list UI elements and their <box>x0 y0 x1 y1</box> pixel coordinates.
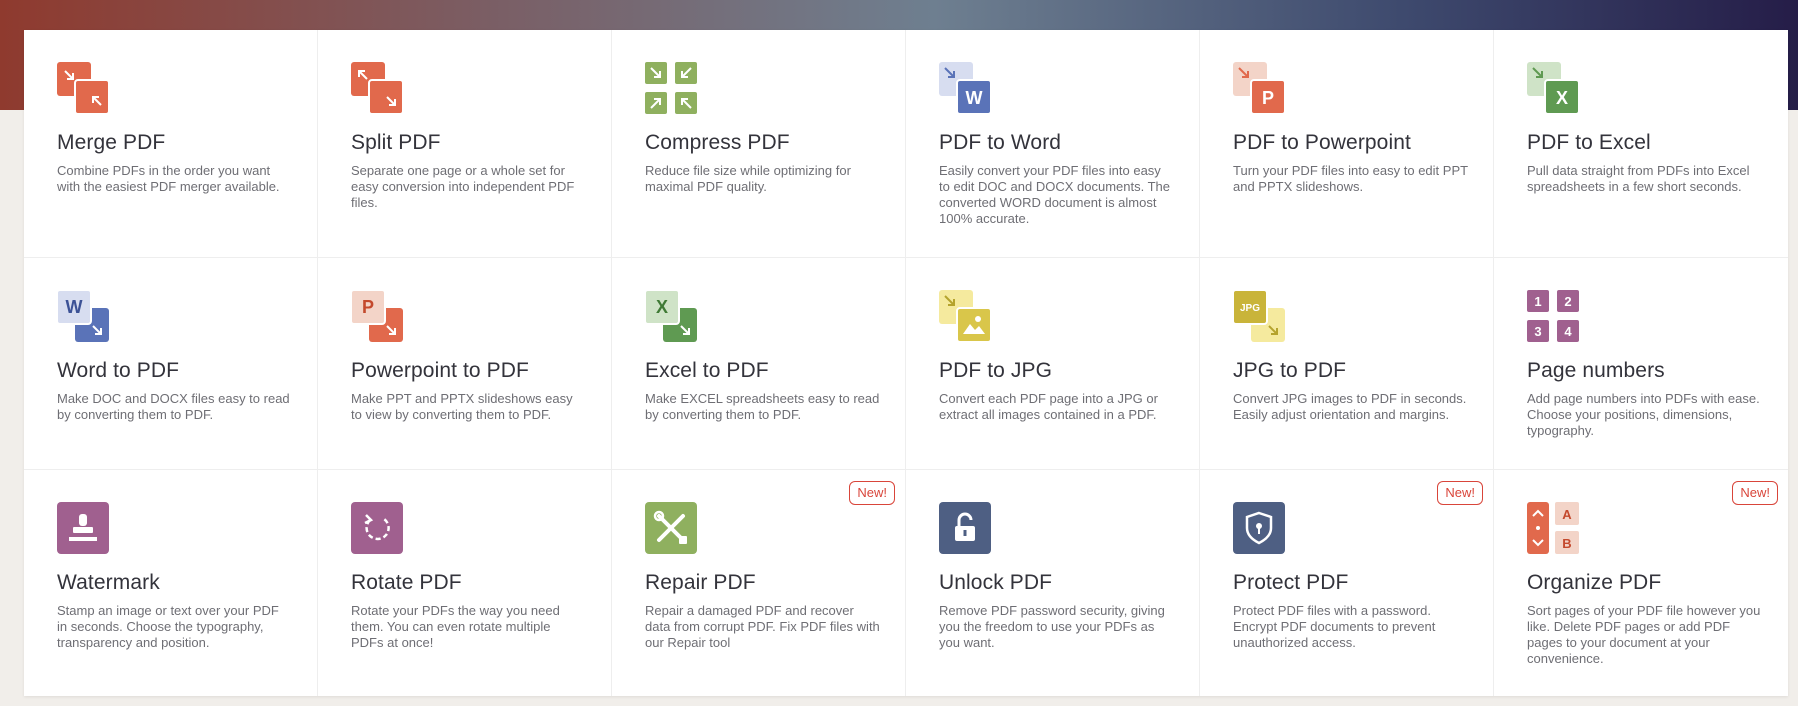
pdf-to-jpg-icon <box>939 290 991 342</box>
tool-title: JPG to PDF <box>1233 359 1347 382</box>
tool-title: Page numbers <box>1527 359 1665 382</box>
tool-card-pdf-to-excel[interactable]: X PDF to Excel Pull data straight from P… <box>1494 30 1788 258</box>
tool-title: Organize PDF <box>1527 571 1662 594</box>
merge-pdf-icon <box>57 62 109 114</box>
tool-title: PDF to Word <box>939 131 1062 154</box>
tool-card-powerpoint-to-pdf[interactable]: P Powerpoint to PDF Make PPT and PPTX sl… <box>318 258 612 470</box>
tool-card-excel-to-pdf[interactable]: X Excel to PDF Make EXCEL spreadsheets e… <box>612 258 906 470</box>
tool-card-pdf-to-powerpoint[interactable]: P PDF to Powerpoint Turn your PDF files … <box>1200 30 1494 258</box>
powerpoint-letter: P <box>1262 88 1274 108</box>
page-numbers-icon: 1 2 3 4 <box>1527 290 1579 342</box>
tool-card-pdf-to-word[interactable]: W PDF to Word Easily convert your PDF fi… <box>906 30 1200 258</box>
powerpoint-to-pdf-icon: P <box>351 290 403 342</box>
tool-title: PDF to Powerpoint <box>1233 131 1411 154</box>
tool-description: Pull data straight from PDFs into Excel … <box>1527 163 1750 194</box>
unlock-pdf-icon <box>939 502 991 554</box>
compress-pdf-icon <box>645 62 697 114</box>
repair-pdf-icon <box>645 502 697 554</box>
tool-title: Rotate PDF <box>351 571 462 594</box>
tool-title: Protect PDF <box>1233 571 1349 594</box>
jpg-to-pdf-icon: JPG <box>1233 290 1285 342</box>
tool-description: Turn your PDF files into easy to edit PP… <box>1233 163 1468 194</box>
excel-letter: X <box>1556 88 1568 108</box>
tool-description: Convert each PDF page into a JPG or extr… <box>939 391 1158 422</box>
rotate-pdf-icon <box>351 502 403 554</box>
tool-card-protect-pdf[interactable]: New! Protect PDF Protect PDF files with … <box>1200 470 1494 696</box>
tool-title: Repair PDF <box>645 571 756 594</box>
new-badge: New! <box>849 481 895 505</box>
tools-grid: Merge PDF Combine PDFs in the order you … <box>24 30 1788 696</box>
tool-card-split-pdf[interactable]: Split PDF Separate one page or a whole s… <box>318 30 612 258</box>
watermark-icon <box>57 502 109 554</box>
tool-description: Make EXCEL spreadsheets easy to read by … <box>645 391 880 422</box>
tool-title: Excel to PDF <box>645 359 769 382</box>
pdf-to-word-icon: W <box>939 62 991 114</box>
word-to-pdf-icon: W <box>57 290 109 342</box>
jpg-label: JPG <box>1240 303 1260 314</box>
page-number-3: 3 <box>1534 324 1541 339</box>
new-badge: New! <box>1437 481 1483 505</box>
tool-title: Word to PDF <box>57 359 180 382</box>
tool-card-repair-pdf[interactable]: New! Repair PDF Repair a damaged PDF and… <box>612 470 906 696</box>
tool-description: Remove PDF password security, giving you… <box>939 603 1165 650</box>
protect-pdf-icon <box>1233 502 1285 554</box>
word-letter: W <box>66 297 83 317</box>
powerpoint-letter: P <box>362 297 374 317</box>
tool-card-word-to-pdf[interactable]: W Word to PDF Make DOC and DOCX files ea… <box>24 258 318 470</box>
tool-description: Add page numbers into PDFs with ease. Ch… <box>1527 391 1760 438</box>
excel-letter: X <box>656 297 668 317</box>
tool-description: Make PPT and PPTX slideshows easy to vie… <box>351 391 573 422</box>
tool-description: Repair a damaged PDF and recover data fr… <box>645 603 880 650</box>
tool-card-jpg-to-pdf[interactable]: JPG JPG to PDF Convert JPG images to PDF… <box>1200 258 1494 470</box>
tool-card-pdf-to-jpg[interactable]: PDF to JPG Convert each PDF page into a … <box>906 258 1200 470</box>
page-number-2: 2 <box>1564 294 1571 309</box>
tool-title: PDF to Excel <box>1527 131 1651 154</box>
tool-card-watermark[interactable]: Watermark Stamp an image or text over yo… <box>24 470 318 696</box>
pdf-to-excel-icon: X <box>1527 62 1579 114</box>
tool-card-rotate-pdf[interactable]: Rotate PDF Rotate your PDFs the way you … <box>318 470 612 696</box>
tool-title: Split PDF <box>351 131 441 154</box>
tool-card-compress-pdf[interactable]: Compress PDF Reduce file size while opti… <box>612 30 906 258</box>
tool-title: Unlock PDF <box>939 571 1053 594</box>
page-number-4: 4 <box>1564 324 1572 339</box>
tool-title: Powerpoint to PDF <box>351 359 529 382</box>
organize-pdf-icon: A B <box>1527 502 1579 554</box>
tool-description: Reduce file size while optimizing for ma… <box>645 163 851 194</box>
split-pdf-icon <box>351 62 403 114</box>
organize-page-a: A <box>1562 507 1572 522</box>
tool-card-unlock-pdf[interactable]: Unlock PDF Remove PDF password security,… <box>906 470 1200 696</box>
tool-description: Sort pages of your PDF file however you … <box>1527 603 1761 666</box>
tool-description: Easily convert your PDF files into easy … <box>939 163 1170 226</box>
tool-description: Combine PDFs in the order you want with … <box>57 163 280 194</box>
organize-page-b: B <box>1562 536 1571 551</box>
tool-title: Merge PDF <box>57 131 166 154</box>
tool-description: Rotate your PDFs the way you need them. … <box>351 603 560 650</box>
tool-description: Convert JPG images to PDF in seconds. Ea… <box>1233 391 1467 422</box>
excel-to-pdf-icon: X <box>645 290 697 342</box>
word-letter: W <box>966 88 983 108</box>
tool-card-page-numbers[interactable]: 1 2 3 4 Page numbers Add page numbers in… <box>1494 258 1788 470</box>
tool-description: Protect PDF files with a password. Encry… <box>1233 603 1436 650</box>
pdf-to-powerpoint-icon: P <box>1233 62 1285 114</box>
tool-description: Stamp an image or text over your PDF in … <box>57 603 279 650</box>
tool-title: Compress PDF <box>645 131 790 154</box>
tool-description: Separate one page or a whole set for eas… <box>351 163 575 210</box>
tool-card-merge-pdf[interactable]: Merge PDF Combine PDFs in the order you … <box>24 30 318 258</box>
tool-card-organize-pdf[interactable]: New! A B Organize PDF Sort pages of your… <box>1494 470 1788 696</box>
tool-title: PDF to JPG <box>939 359 1053 382</box>
tool-description: Make DOC and DOCX files easy to read by … <box>57 391 290 422</box>
page-number-1: 1 <box>1534 294 1541 309</box>
new-badge: New! <box>1732 481 1778 505</box>
tool-title: Watermark <box>57 571 160 594</box>
